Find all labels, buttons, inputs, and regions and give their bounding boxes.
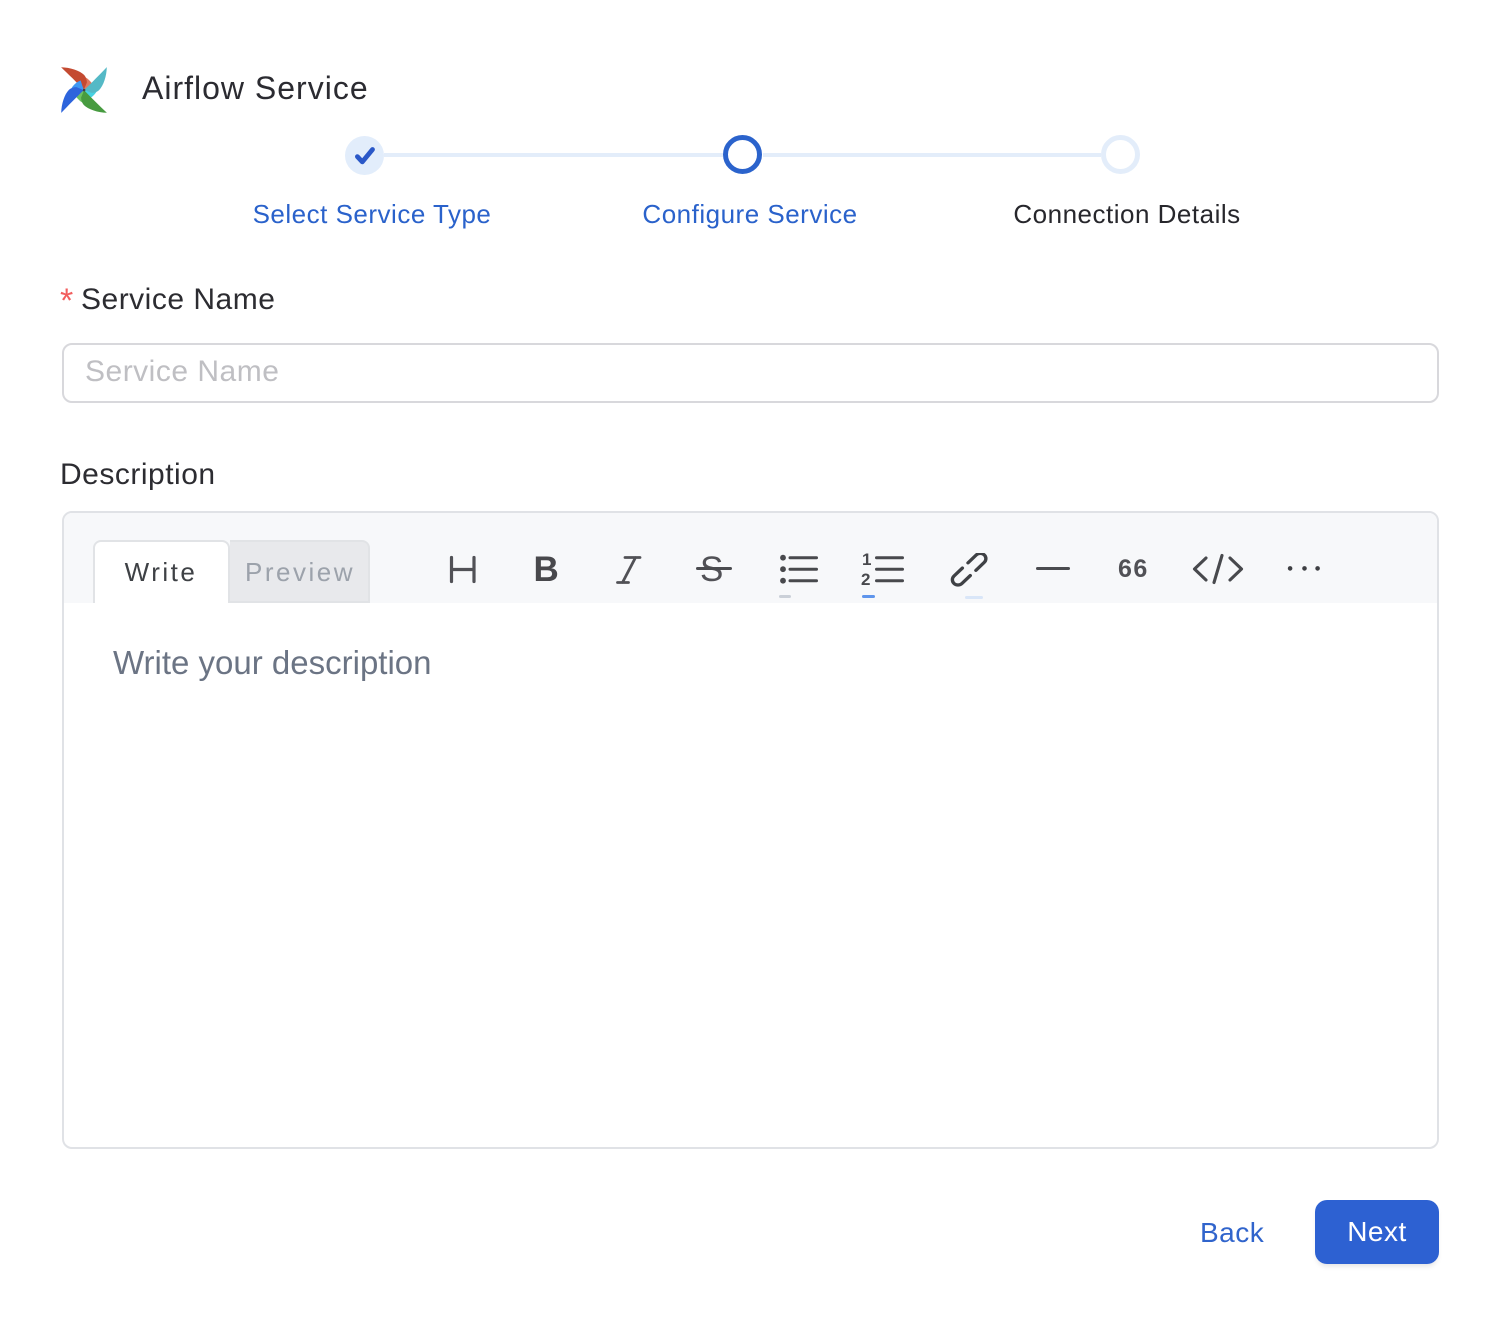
svg-text:2: 2	[861, 570, 870, 587]
svg-text:1: 1	[862, 551, 871, 569]
